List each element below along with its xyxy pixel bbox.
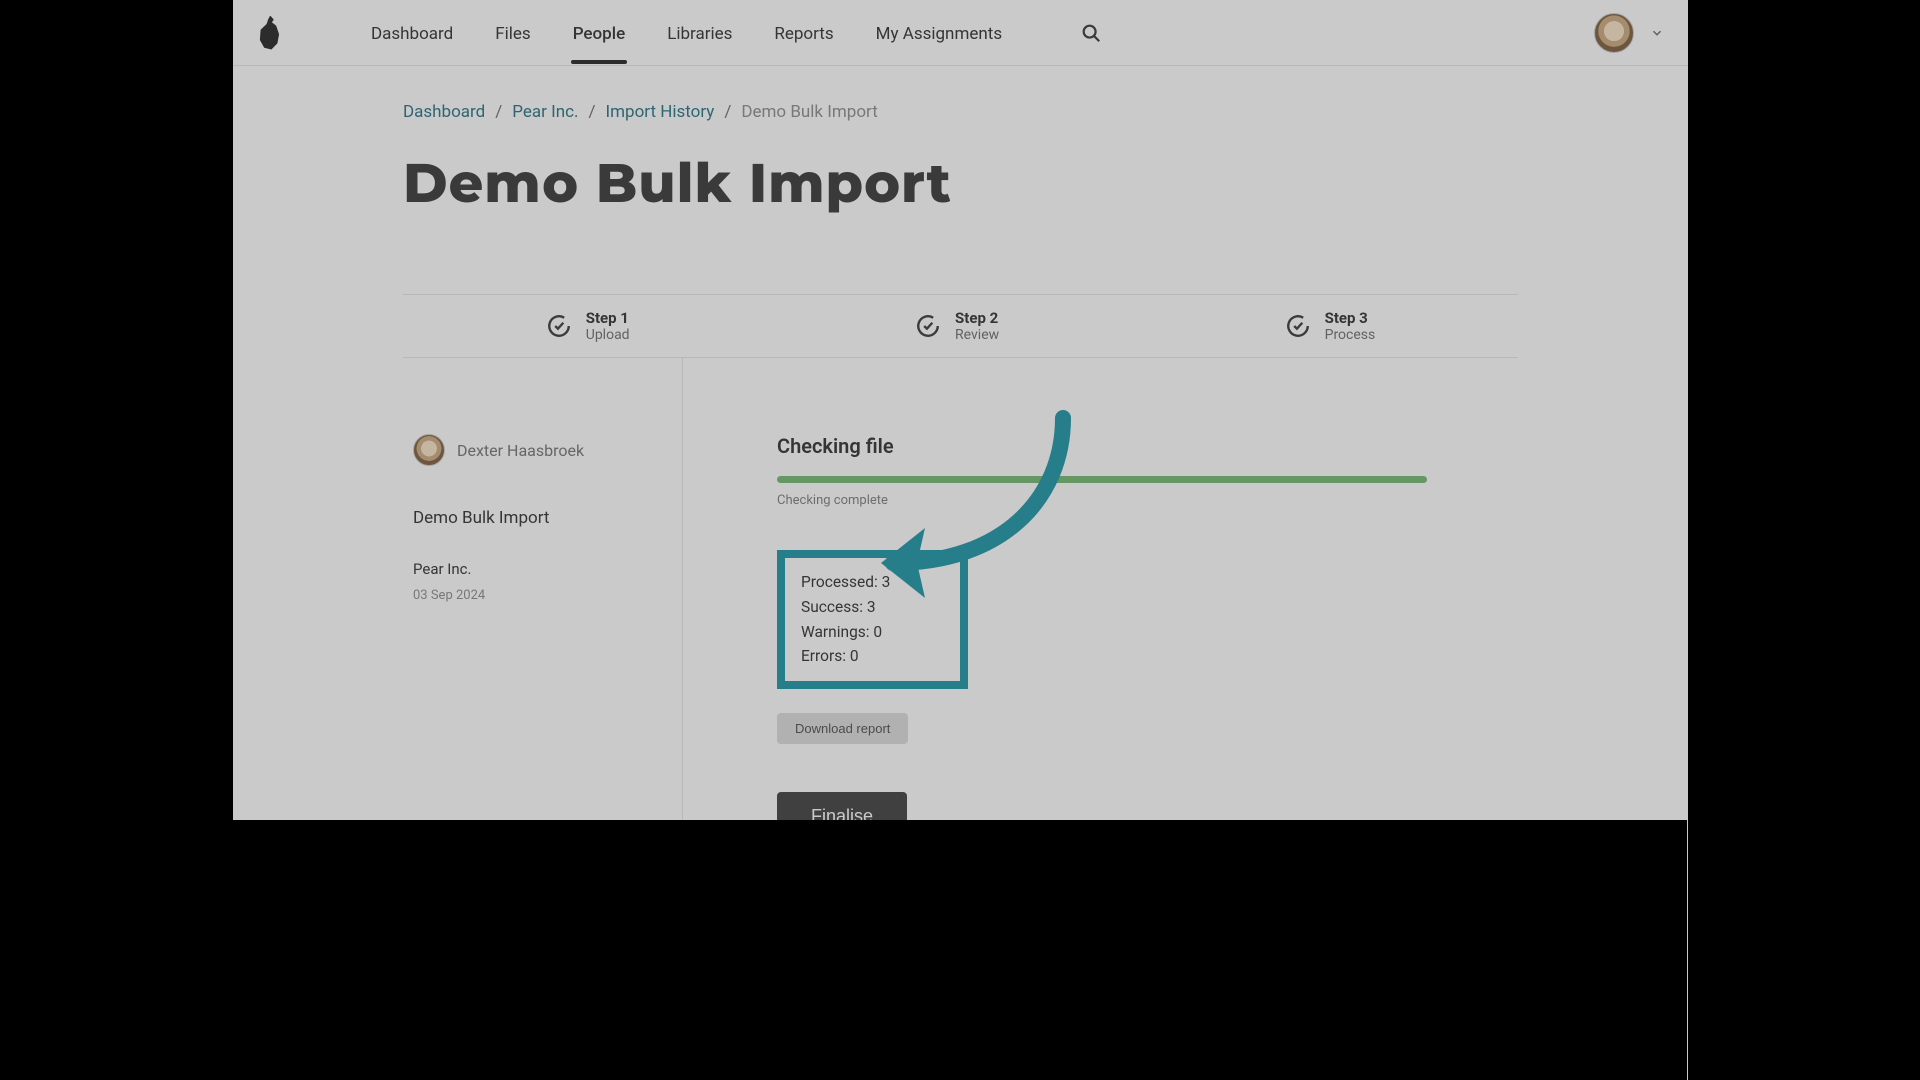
nav-reports[interactable]: Reports (774, 4, 833, 62)
stat-processed: Processed: 3 (801, 570, 890, 595)
progress-status: Checking complete (777, 493, 1518, 508)
nav-my-assignments[interactable]: My Assignments (876, 4, 1002, 62)
results-highlight-box: Processed: 3 Success: 3 Warnings: 0 Erro… (777, 550, 968, 689)
crumb-dashboard[interactable]: Dashboard (403, 102, 485, 122)
import-name: Demo Bulk Import (413, 508, 652, 528)
nav-links: Dashboard Files People Libraries Reports… (371, 4, 1102, 62)
step-tracker: Step 1 Upload Step 2 Review (403, 294, 1518, 358)
stat-success: Success: 3 (801, 595, 890, 620)
step-process: Step 3 Process (1285, 309, 1376, 343)
step-upload: Step 1 Upload (546, 309, 630, 343)
checking-title: Checking file (777, 434, 1518, 458)
stat-errors: Errors: 0 (801, 644, 890, 669)
import-meta-panel: Dexter Haasbroek Demo Bulk Import Pear I… (403, 358, 683, 898)
top-nav: Dashboard Files People Libraries Reports… (233, 0, 1688, 66)
crumb-pear-inc[interactable]: Pear Inc. (512, 102, 578, 122)
nav-libraries[interactable]: Libraries (667, 4, 732, 62)
download-report-button[interactable]: Download report (777, 713, 908, 744)
nav-files[interactable]: Files (495, 4, 530, 62)
crumb-import-history[interactable]: Import History (606, 102, 715, 122)
company-name: Pear Inc. (413, 560, 652, 578)
search-icon[interactable] (1080, 22, 1102, 44)
page-title: Demo Bulk Import (403, 150, 1518, 216)
pear-logo-icon (257, 16, 281, 50)
import-status-panel: Checking file Checking complete Processe… (683, 358, 1518, 898)
step-review: Step 2 Review (915, 309, 999, 343)
import-date: 03 Sep 2024 (413, 588, 652, 603)
user-avatar (413, 434, 445, 466)
progress-bar (777, 476, 1427, 483)
check-circle-icon (915, 313, 941, 339)
nav-people[interactable]: People (573, 4, 626, 62)
profile-menu[interactable] (1594, 13, 1664, 53)
stat-warnings: Warnings: 0 (801, 620, 890, 645)
avatar (1594, 13, 1634, 53)
check-circle-icon (1285, 313, 1311, 339)
crumb-current: Demo Bulk Import (741, 102, 877, 122)
chevron-down-icon (1650, 26, 1664, 40)
user-name: Dexter Haasbroek (457, 441, 584, 460)
nav-dashboard[interactable]: Dashboard (371, 4, 453, 62)
check-circle-icon (546, 313, 572, 339)
breadcrumb: Dashboard / Pear Inc. / Import History /… (403, 102, 1518, 122)
